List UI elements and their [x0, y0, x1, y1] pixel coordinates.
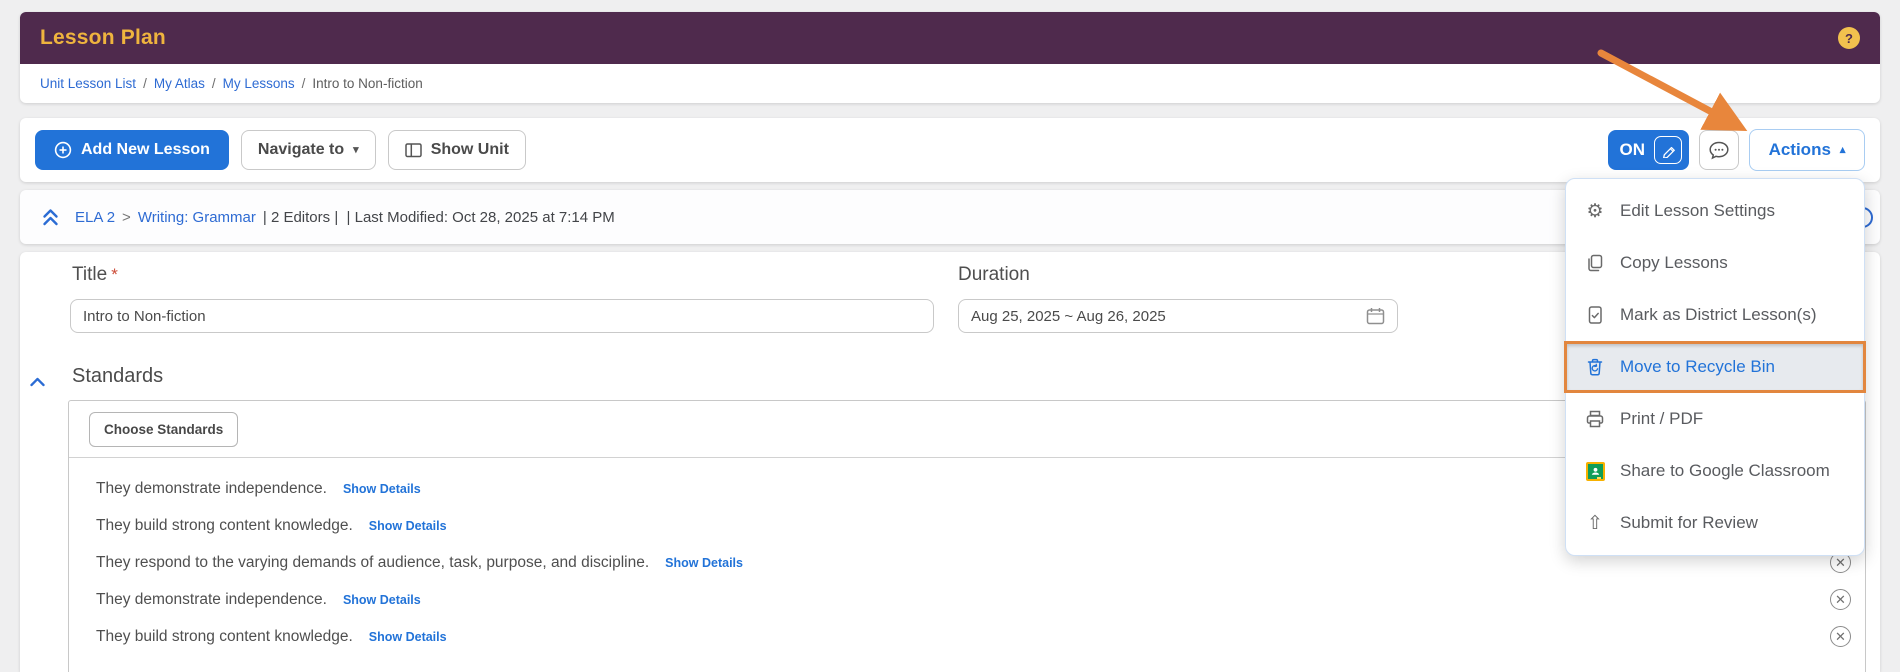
- menu-item-label: Copy Lessons: [1620, 253, 1728, 273]
- menu-item-label: Share to Google Classroom: [1620, 461, 1830, 481]
- breadcrumb-link-my-atlas[interactable]: My Atlas: [154, 76, 205, 91]
- standards-heading: Standards: [72, 365, 163, 388]
- header-card: Lesson Plan ? Unit Lesson List / My Atla…: [20, 12, 1880, 103]
- printer-icon: [1585, 410, 1605, 428]
- add-new-lesson-button[interactable]: Add New Lesson: [35, 130, 229, 170]
- breadcrumb-link-my-lessons[interactable]: My Lessons: [223, 76, 295, 91]
- remove-standard-icon[interactable]: ✕: [1830, 589, 1851, 610]
- breadcrumb-current: Intro to Non-fiction: [312, 76, 422, 91]
- breadcrumb-link-unit-lesson-list[interactable]: Unit Lesson List: [40, 76, 136, 91]
- lesson-visibility-toggle[interactable]: ON: [1608, 130, 1690, 170]
- navigate-to-button[interactable]: Navigate to ▾: [241, 130, 376, 170]
- breadcrumb-separator: /: [205, 76, 223, 91]
- standard-text: They demonstrate independence.: [96, 480, 327, 498]
- submit-arrow-icon: ⇧: [1585, 514, 1605, 533]
- show-unit-label: Show Unit: [431, 141, 509, 159]
- help-icon[interactable]: ?: [1838, 27, 1860, 49]
- actions-button[interactable]: Actions ▴: [1749, 129, 1865, 171]
- navigate-to-label: Navigate to: [258, 141, 344, 159]
- chevron-up-icon: ▴: [1840, 145, 1846, 156]
- collapse-all-icon[interactable]: [42, 208, 59, 227]
- standard-text: They build strong content knowledge.: [96, 517, 353, 535]
- show-details-link[interactable]: Show Details: [343, 482, 421, 496]
- title-label: Title*: [72, 264, 118, 286]
- standards-collapse-icon[interactable]: [30, 374, 45, 392]
- comment-bubble-icon: [1708, 140, 1730, 160]
- on-label: ON: [1620, 140, 1646, 160]
- page-header: Lesson Plan ?: [20, 12, 1880, 64]
- show-details-link[interactable]: Show Details: [369, 519, 447, 533]
- comments-button[interactable]: [1699, 130, 1739, 170]
- toolbar: Add New Lesson Navigate to ▾ Show Unit O…: [20, 118, 1880, 182]
- breadcrumb: Unit Lesson List / My Atlas / My Lessons…: [20, 64, 1880, 103]
- show-unit-button[interactable]: Show Unit: [388, 130, 526, 170]
- lesson-separator: >: [115, 209, 138, 226]
- unit-link[interactable]: Writing: Grammar: [138, 209, 256, 226]
- unit-panel-icon: [405, 143, 422, 158]
- gear-icon: ⚙: [1585, 202, 1605, 221]
- breadcrumb-separator: /: [295, 76, 313, 91]
- standard-text: They build strong content knowledge.: [96, 628, 353, 646]
- duration-value: Aug 25, 2025 ~ Aug 26, 2025: [971, 308, 1166, 325]
- lesson-meta: | 2 Editors | | Last Modified: Oct 28, 2…: [263, 209, 615, 226]
- menu-item-copy-lessons[interactable]: Copy Lessons: [1566, 237, 1864, 289]
- calendar-icon[interactable]: [1366, 307, 1385, 325]
- menu-item-mark-as-district-lesson[interactable]: Mark as District Lesson(s): [1566, 289, 1864, 341]
- page-title: Lesson Plan: [40, 26, 166, 50]
- google-classroom-icon: [1585, 462, 1605, 481]
- standard-row: They demonstrate independence. Show Deta…: [69, 581, 1865, 618]
- standard-text: They demonstrate independence.: [96, 591, 327, 609]
- menu-item-label: Mark as District Lesson(s): [1620, 305, 1816, 325]
- show-details-link[interactable]: Show Details: [369, 630, 447, 644]
- menu-item-label: Edit Lesson Settings: [1620, 201, 1775, 221]
- add-new-lesson-label: Add New Lesson: [81, 141, 210, 159]
- actions-dropdown-menu: ⚙ Edit Lesson Settings Copy Lessons Mark…: [1565, 178, 1865, 556]
- remove-standard-icon[interactable]: ✕: [1830, 626, 1851, 647]
- required-asterisk: *: [111, 265, 118, 284]
- show-details-link[interactable]: Show Details: [665, 556, 743, 570]
- menu-item-label: Submit for Review: [1620, 513, 1758, 533]
- recycle-bin-icon: [1585, 358, 1605, 376]
- standard-row: They build strong content knowledge. Sho…: [69, 618, 1865, 655]
- title-input[interactable]: [70, 299, 934, 333]
- course-link[interactable]: ELA 2: [75, 209, 115, 226]
- menu-item-edit-lesson-settings[interactable]: ⚙ Edit Lesson Settings: [1566, 185, 1864, 237]
- breadcrumb-separator: /: [136, 76, 154, 91]
- duration-label: Duration: [958, 264, 1030, 286]
- menu-item-share-to-google-classroom[interactable]: Share to Google Classroom: [1566, 445, 1864, 497]
- plus-circle-icon: [54, 141, 72, 159]
- actions-label: Actions: [1769, 140, 1831, 160]
- menu-item-submit-for-review[interactable]: ⇧ Submit for Review: [1566, 497, 1864, 549]
- menu-item-print-pdf[interactable]: Print / PDF: [1566, 393, 1864, 445]
- menu-item-move-to-recycle-bin[interactable]: Move to Recycle Bin: [1564, 341, 1866, 393]
- toolbar-right-group: ON Actions ▴: [1608, 129, 1866, 171]
- document-check-icon: [1585, 306, 1605, 324]
- duration-input[interactable]: Aug 25, 2025 ~ Aug 26, 2025: [958, 299, 1398, 333]
- choose-standards-button[interactable]: Choose Standards: [89, 412, 238, 447]
- menu-item-label: Move to Recycle Bin: [1620, 357, 1775, 377]
- menu-item-label: Print / PDF: [1620, 409, 1703, 429]
- edit-pencil-icon[interactable]: [1654, 136, 1682, 164]
- show-details-link[interactable]: Show Details: [343, 593, 421, 607]
- chevron-down-icon: ▾: [353, 145, 359, 156]
- standard-text: They respond to the varying demands of a…: [96, 554, 649, 572]
- copy-icon: [1585, 254, 1605, 272]
